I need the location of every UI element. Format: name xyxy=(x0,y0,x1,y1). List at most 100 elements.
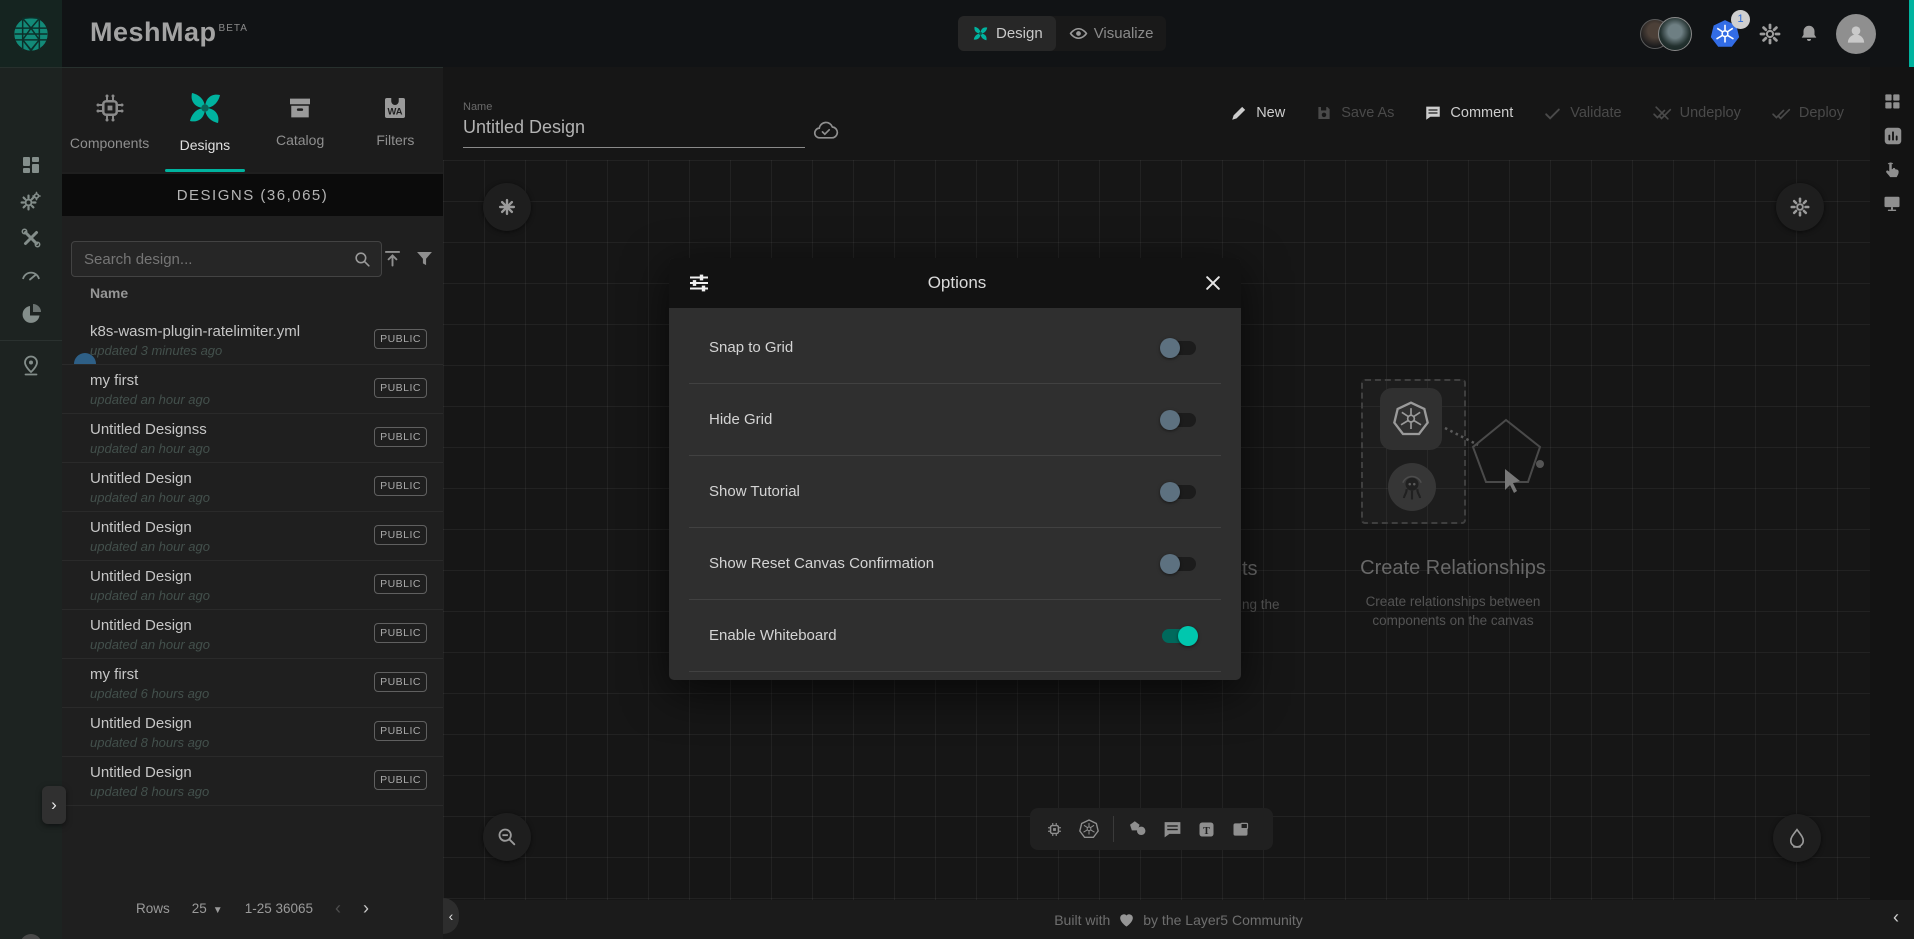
beta-badge: BETA xyxy=(219,23,248,34)
next-page-button[interactable]: › xyxy=(363,898,369,919)
deploy-drop-button[interactable] xyxy=(1773,814,1821,862)
collapse-right-handle[interactable]: ‹ xyxy=(1893,907,1899,928)
rows-label: Rows xyxy=(136,901,170,916)
views-grid-icon[interactable] xyxy=(1882,91,1902,111)
toolbox-icon[interactable] xyxy=(19,226,43,250)
new-button[interactable]: New xyxy=(1230,104,1285,122)
search-input[interactable] xyxy=(72,251,353,268)
dock-component-icon[interactable] xyxy=(1044,819,1065,840)
layer5-logo[interactable] xyxy=(0,0,62,67)
tab-catalog-label: Catalog xyxy=(276,132,324,148)
design-row[interactable]: Untitled Design updated 8 hours ago PUBL… xyxy=(62,708,443,757)
dock-media-icon[interactable] xyxy=(1230,819,1251,840)
panel-expand-handle[interactable]: › xyxy=(42,786,66,824)
active-tab-indicator xyxy=(165,169,245,172)
design-row[interactable]: Untitled Design updated an hour ago PUBL… xyxy=(62,561,443,610)
design-row[interactable]: Untitled Designss updated an hour ago PU… xyxy=(62,414,443,463)
design-row[interactable]: Untitled Design updated an hour ago PUBL… xyxy=(62,463,443,512)
filter-funnel-icon[interactable] xyxy=(414,248,435,269)
validate-button[interactable]: Validate xyxy=(1543,104,1621,123)
tab-catalog[interactable]: Catalog xyxy=(253,68,348,172)
dashboard-icon[interactable] xyxy=(19,153,43,177)
design-name: Untitled Design xyxy=(90,519,192,536)
eye-icon xyxy=(1069,24,1088,43)
dock-comment-icon[interactable] xyxy=(1162,819,1183,840)
comment-button[interactable]: Comment xyxy=(1424,104,1513,122)
option-divider xyxy=(689,671,1221,672)
design-row[interactable]: my first updated 6 hours ago PUBLIC xyxy=(62,659,443,708)
design-name: Untitled Design xyxy=(90,715,192,732)
asterisk-gear-icon xyxy=(496,196,518,218)
top-bar: MeshMapBETA Design xyxy=(0,0,1914,67)
dock-text-icon[interactable]: T xyxy=(1196,819,1217,840)
hide-grid-toggle[interactable] xyxy=(1162,413,1196,427)
wasm-filters-icon: WA xyxy=(380,93,410,123)
topbar-right-cluster: 1 xyxy=(1640,0,1876,67)
notifications-bell-icon[interactable] xyxy=(1798,23,1820,45)
mesh-logo-icon xyxy=(11,14,51,54)
design-row[interactable]: Untitled Design updated 8 hours ago PUBL… xyxy=(62,757,443,806)
user-avatar[interactable] xyxy=(1836,14,1876,54)
zoom-out-button[interactable] xyxy=(483,813,531,861)
canvas-quick-actions-button[interactable] xyxy=(483,183,531,231)
design-row[interactable]: my first updated an hour ago PUBLIC xyxy=(62,365,443,414)
occluded-section-title-fragment: ts xyxy=(1242,558,1258,581)
design-name: Untitled Design xyxy=(90,764,192,781)
option-label: Snap to Grid xyxy=(709,339,793,356)
meshmap-pin-icon[interactable] xyxy=(19,354,43,378)
k8s-context-switcher[interactable]: 1 xyxy=(1708,17,1742,51)
enable-whiteboard-toggle[interactable] xyxy=(1162,629,1196,643)
design-updated: updated an hour ago xyxy=(90,441,210,456)
svg-text:WA: WA xyxy=(388,106,403,116)
search-icon[interactable] xyxy=(353,250,372,269)
kubernetes-wheel-icon xyxy=(1391,399,1431,439)
design-row[interactable]: Untitled Design updated an hour ago PUBL… xyxy=(62,610,443,659)
cloud-saved-icon xyxy=(812,117,839,144)
options-modal-body: Snap to Grid Hide Grid Show Tutorial Sho… xyxy=(669,308,1241,680)
import-design-icon[interactable] xyxy=(382,248,403,269)
option-show-tutorial: Show Tutorial xyxy=(669,456,1241,527)
design-name: my first xyxy=(90,372,138,389)
service-mesh-icon[interactable] xyxy=(19,302,43,326)
collaborator-avatar-2[interactable] xyxy=(1658,17,1692,51)
design-updated: updated 8 hours ago xyxy=(90,784,209,799)
snap-to-grid-toggle[interactable] xyxy=(1162,341,1196,355)
settings-gear-icon[interactable] xyxy=(1758,22,1782,46)
designs-count-header: DESIGNS (36,065) xyxy=(62,174,443,216)
app-title: MeshMapBETA xyxy=(90,17,248,48)
design-row[interactable]: k8s-wasm-plugin-ratelimiter.yml updated … xyxy=(62,316,443,365)
dock-shapes-icon[interactable] xyxy=(1127,818,1149,840)
tab-filters[interactable]: WA Filters xyxy=(348,68,443,172)
tab-components-label: Components xyxy=(70,135,149,151)
help-button[interactable]: ? xyxy=(20,934,42,939)
options-modal-title: Options xyxy=(711,273,1203,293)
analytics-panel-icon[interactable] xyxy=(1882,125,1904,147)
panel-tabs: Components Designs xyxy=(62,68,443,172)
design-name-input[interactable] xyxy=(463,117,805,148)
gear-icon xyxy=(1789,196,1811,218)
dock-kubernetes-icon[interactable] xyxy=(1078,818,1100,840)
display-monitor-icon[interactable] xyxy=(1882,193,1902,213)
tab-design[interactable]: Design xyxy=(958,16,1056,51)
option-label: Enable Whiteboard xyxy=(709,627,837,644)
tab-components[interactable]: Components xyxy=(62,68,157,172)
save-as-button[interactable]: Save As xyxy=(1315,104,1394,122)
interaction-hand-icon[interactable] xyxy=(1882,160,1902,180)
show-tutorial-toggle[interactable] xyxy=(1162,485,1196,499)
design-row[interactable]: Untitled Design updated an hour ago PUBL… xyxy=(62,512,443,561)
column-header-name: Name xyxy=(90,285,128,301)
prev-page-button[interactable]: ‹ xyxy=(335,898,341,919)
performance-gauge-icon[interactable] xyxy=(19,263,43,287)
deploy-button[interactable]: Deploy xyxy=(1771,103,1844,123)
undeploy-button[interactable]: Undeploy xyxy=(1652,103,1741,123)
tab-visualize[interactable]: Visualize xyxy=(1056,16,1167,51)
lifecycle-gears-icon[interactable] xyxy=(19,189,43,213)
close-icon[interactable] xyxy=(1203,273,1223,293)
reset-canvas-confirmation-toggle[interactable] xyxy=(1162,557,1196,571)
canvas-settings-button[interactable] xyxy=(1776,183,1824,231)
tune-sliders-icon xyxy=(687,271,711,295)
visibility-badge: PUBLIC xyxy=(374,721,427,741)
tab-designs[interactable]: Designs xyxy=(157,68,252,172)
mode-visualize-label: Visualize xyxy=(1094,25,1154,42)
rows-per-page-select[interactable]: 25▼ xyxy=(192,901,223,916)
